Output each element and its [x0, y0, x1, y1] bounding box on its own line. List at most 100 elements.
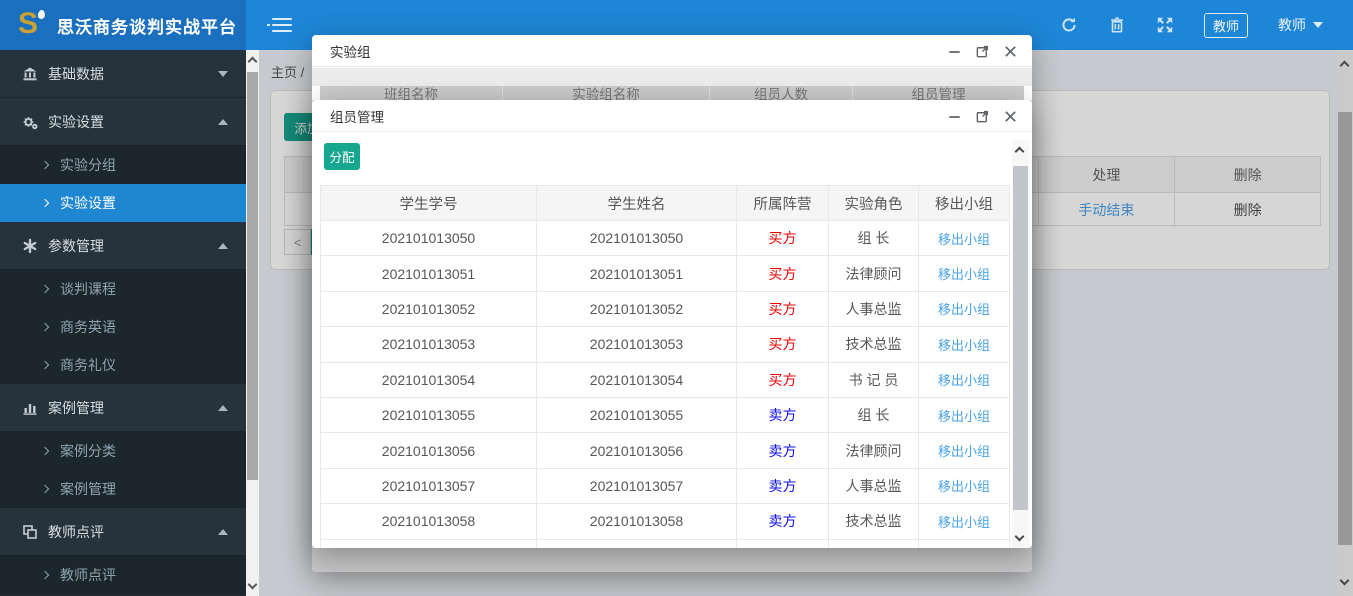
maximize-icon[interactable] [975, 109, 990, 124]
modal-scrollbar[interactable] [1012, 140, 1029, 548]
chevron-down-icon [218, 71, 228, 77]
sidebar-subitem-case-category[interactable]: 案例分类 [0, 432, 246, 470]
remove-from-group-link[interactable]: 移出小组 [938, 406, 990, 425]
maximize-icon[interactable] [975, 44, 990, 59]
asterisk-icon [22, 238, 38, 254]
sidebar-subitem-negotiation-course[interactable]: 谈判课程 [0, 270, 246, 308]
modal-title: 组员管理 [330, 106, 384, 126]
trash-icon[interactable] [1108, 16, 1126, 34]
close-icon[interactable] [1003, 44, 1018, 59]
chevron-right-icon [41, 323, 49, 331]
col-class-name: 班组名称 [320, 86, 503, 100]
minimize-icon[interactable] [947, 109, 962, 124]
chevron-right-icon [41, 361, 49, 369]
remove-from-group-link[interactable]: 移出小组 [938, 229, 990, 248]
table-row: 202101013052 202101013052 买方 人事总监 移出小组 [321, 292, 1009, 327]
role-value: 人事总监 [829, 469, 919, 503]
sidebar-subitem-teacher-review[interactable]: 教师点评 [0, 556, 246, 594]
student-id: 202101013055 [321, 398, 537, 432]
student-name: 202101013052 [537, 292, 737, 326]
sidebar-item-parameters[interactable]: 参数管理 [0, 222, 246, 270]
remove-from-group-link[interactable]: 移出小组 [938, 441, 990, 460]
teacher-role-badge: 教师 [1204, 13, 1248, 38]
minimize-icon[interactable] [947, 44, 962, 59]
student-id: 202101013050 [321, 221, 537, 255]
remove-from-group-link[interactable]: 移出小组 [938, 512, 990, 531]
camp-value: 买方 [737, 292, 829, 326]
role-value: 法律顾问 [829, 256, 919, 290]
role-value: 法律顾问 [829, 433, 919, 467]
sidebar-item-label: 基础数据 [48, 64, 208, 84]
chevron-right-icon [41, 485, 49, 493]
remove-from-group-link[interactable]: 移出小组 [938, 299, 990, 318]
col-role: 实验角色 [829, 186, 919, 220]
remove-from-group-link[interactable]: 移出小组 [938, 476, 990, 495]
student-id: 202101013056 [321, 433, 537, 467]
student-name: 202101013055 [537, 398, 737, 432]
col-remove: 移出小组 [919, 186, 1009, 220]
chevron-up-icon [218, 243, 228, 249]
chevron-right-icon [41, 571, 49, 579]
scrollbar-thumb[interactable] [1013, 166, 1028, 510]
user-dropdown[interactable]: 教师 [1278, 15, 1323, 35]
chevron-up-icon [218, 529, 228, 535]
sidebar-subitem-label: 案例分类 [60, 441, 116, 461]
camp-value: 卖方 [737, 433, 829, 467]
scroll-down-icon[interactable] [1015, 532, 1025, 542]
sidebar-item-basic-data[interactable]: 基础数据 [0, 50, 246, 98]
remove-from-group-link[interactable]: 移出小组 [938, 335, 990, 354]
sidebar-scrollbar[interactable] [246, 50, 259, 596]
gears-icon [22, 114, 38, 130]
group-table-header-dimmed: 班组名称 实验组名称 组员人数 组员管理 [320, 86, 1024, 100]
student-name: 202101013057 [537, 469, 737, 503]
sidebar-item-case-management[interactable]: 案例管理 [0, 384, 246, 432]
student-id: 202101013057 [321, 469, 537, 503]
clone-icon [22, 524, 38, 540]
sidebar-nav: 基础数据 实验设置 实验分组 实验设置 参数管理 谈判课程 [0, 50, 246, 596]
col-member-count: 组员人数 [710, 86, 853, 100]
sidebar-subitem-business-english[interactable]: 商务英语 [0, 308, 246, 346]
camp-value: 卖方 [737, 469, 829, 503]
user-dropdown-label: 教师 [1278, 15, 1306, 35]
sidebar-item-teacher-review[interactable]: 教师点评 [0, 508, 246, 556]
assign-button[interactable]: 分配 [324, 143, 360, 170]
close-icon[interactable] [1003, 109, 1018, 124]
sidebar-item-label: 参数管理 [48, 236, 208, 256]
chevron-right-icon [41, 161, 49, 169]
col-student-id: 学生学号 [321, 186, 537, 220]
chevron-right-icon [41, 285, 49, 293]
sidebar-item-experiment-settings[interactable]: 实验设置 [0, 98, 246, 146]
brand-area[interactable]: S 思沃商务谈判实战平台 [0, 0, 246, 50]
modal-body-dimmed [312, 548, 1032, 572]
camp-value: 买方 [737, 363, 829, 397]
chevron-right-icon [41, 199, 49, 207]
bank-icon [22, 66, 38, 82]
chevron-up-icon [218, 405, 228, 411]
sidebar-subitem-label: 教师点评 [60, 565, 116, 585]
sidebar-toggle-icon[interactable] [272, 17, 292, 33]
scroll-up-icon[interactable] [248, 57, 258, 67]
modal-header: 实验组 [312, 35, 1032, 67]
col-member-manage: 组员管理 [853, 86, 1024, 100]
sidebar-subitem-label: 商务英语 [60, 317, 116, 337]
sidebar-subitem-experiment-settings[interactable]: 实验设置 [0, 184, 246, 222]
student-name: 202101013056 [537, 433, 737, 467]
refresh-icon[interactable] [1060, 16, 1078, 34]
sidebar-subitem-case-management[interactable]: 案例管理 [0, 470, 246, 508]
remove-from-group-link[interactable]: 移出小组 [938, 264, 990, 283]
sidebar-subitem-business-etiquette[interactable]: 商务礼仪 [0, 346, 246, 384]
camp-value: 买方 [737, 256, 829, 290]
remove-from-group-link[interactable]: 移出小组 [938, 370, 990, 389]
scroll-up-icon[interactable] [1015, 147, 1025, 157]
members-table: 学生学号 学生姓名 所属阵营 实验角色 移出小组 202101013050 20… [320, 185, 1010, 548]
sidebar-subitem-experiment-grouping[interactable]: 实验分组 [0, 146, 246, 184]
camp-value: 卖方 [737, 504, 829, 538]
table-row: 202101013051 202101013051 买方 法律顾问 移出小组 [321, 256, 1009, 291]
scroll-down-icon[interactable] [248, 580, 258, 590]
scrollbar-thumb[interactable] [247, 72, 258, 480]
student-name: 202101013053 [537, 327, 737, 361]
fullscreen-icon[interactable] [1156, 16, 1174, 34]
role-value: 技术总监 [829, 327, 919, 361]
role-value: 组 长 [829, 398, 919, 432]
topbar-actions: 教师 教师 [1060, 0, 1323, 50]
